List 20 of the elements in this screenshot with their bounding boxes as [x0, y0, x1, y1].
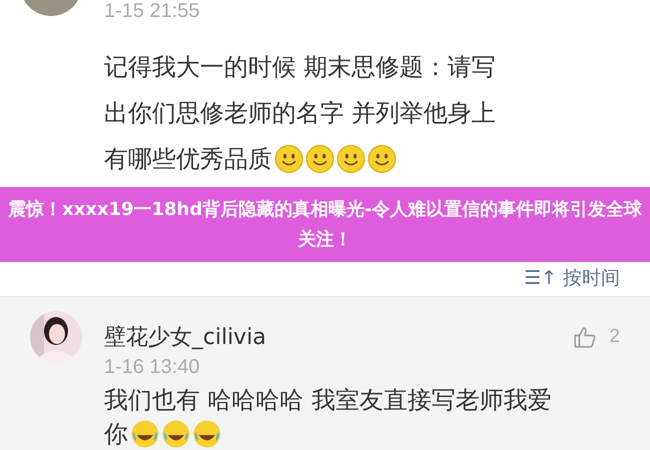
comment-text: 你: [104, 419, 128, 450]
comment-time: 1-16 13:40: [104, 355, 201, 379]
avatar[interactable]: [30, 311, 82, 363]
sort-by-time-button[interactable]: ☰↑ 按时间: [524, 265, 620, 291]
laughing-tears-icon: [131, 420, 159, 448]
laughing-tears-icon: [193, 420, 221, 448]
user-name[interactable]: 壁花少女_cilivia: [104, 322, 572, 352]
smile-icon: [275, 145, 303, 173]
smile-icon: [306, 145, 334, 173]
comment-text: 我们也有 哈哈哈哈 我室友直接写老师我爱: [104, 385, 552, 416]
comment-text: 有哪些优秀品质: [104, 144, 272, 175]
comment-time: 1-15 21:55: [104, 0, 201, 22]
smile-icon: [337, 145, 365, 173]
laughing-tears-icon: [162, 420, 190, 448]
comment-text: 出你们思修老师的名字 并列举他身上: [104, 98, 496, 129]
headline-banner: 震惊！xxxx19一18hd背后隐藏的真相曝光-令人难以置信的事件即将引发全球关注！: [0, 187, 650, 262]
comment-text: 记得我大一的时候 期末思修题：请写: [104, 52, 496, 83]
like-count: 2: [609, 326, 620, 348]
thumbs-up-icon[interactable]: [572, 324, 598, 350]
smile-icon: [368, 145, 396, 173]
